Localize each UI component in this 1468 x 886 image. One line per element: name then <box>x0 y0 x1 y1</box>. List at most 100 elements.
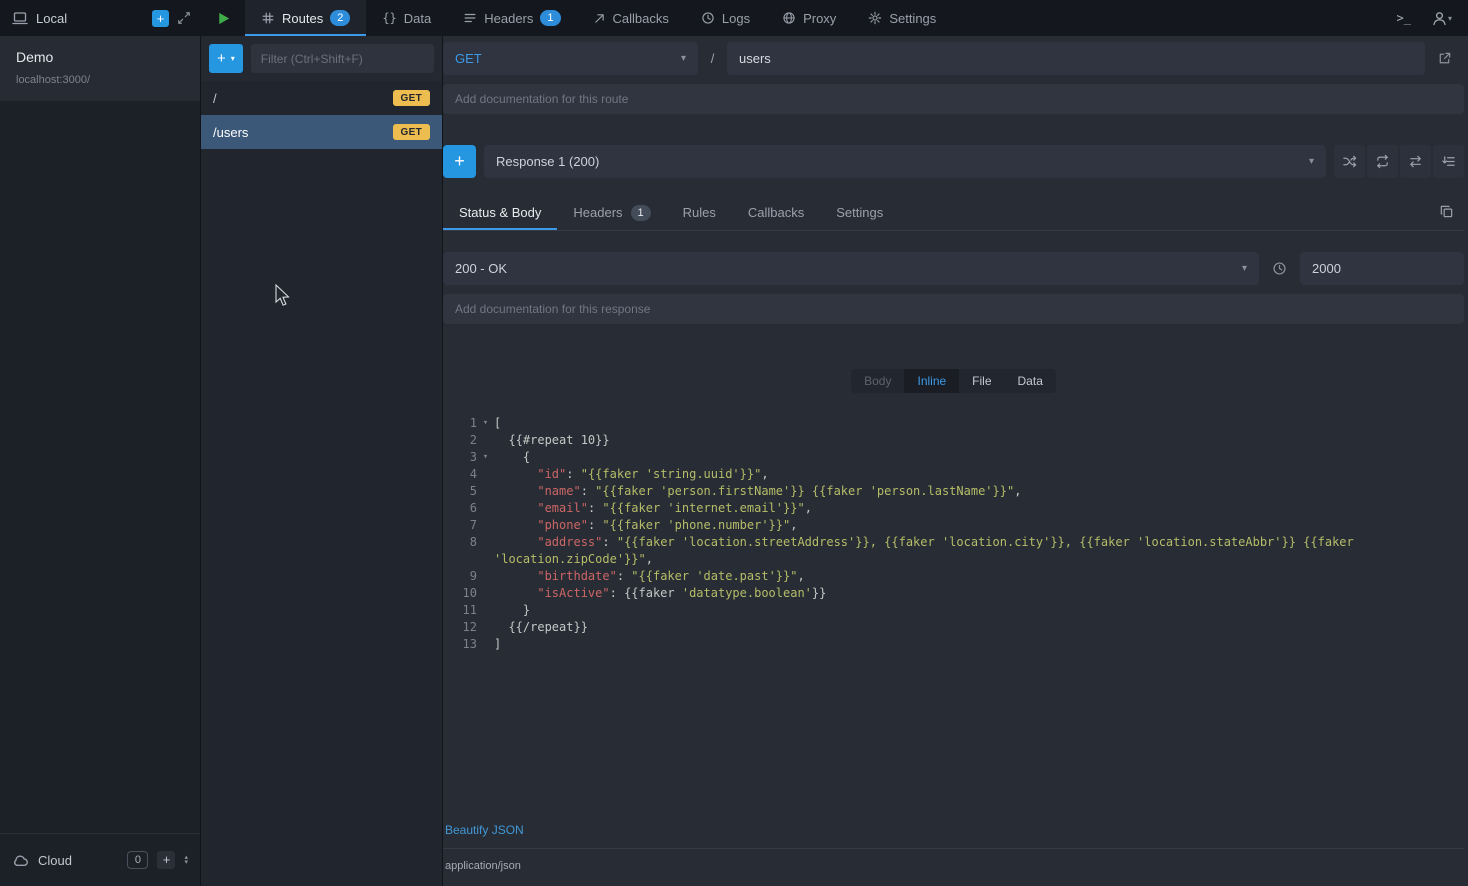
response-documentation-input[interactable] <box>443 294 1464 324</box>
tab-data-label: Data <box>404 11 431 26</box>
account-menu-button[interactable]: ▾ <box>1431 10 1452 27</box>
chevron-down-icon: ▾ <box>231 54 235 63</box>
copy-icon[interactable] <box>1439 204 1464 222</box>
line-number: 6 <box>443 500 477 517</box>
route-item-root[interactable]: / GET <box>201 81 442 115</box>
code-text: "id": "{{faker 'string.uuid'}}", <box>494 466 1464 483</box>
response-row: + Response 1 (200) ▾ <box>443 145 1464 178</box>
cloud-bar: Cloud 0 + ▴▾ <box>0 833 200 886</box>
clock-icon <box>701 11 715 25</box>
line-number: 7 <box>443 517 477 534</box>
tab-response-headers-label: Headers <box>573 205 622 220</box>
tab-headers[interactable]: Headers 1 <box>447 0 576 36</box>
random-response-icon[interactable] <box>1334 145 1365 178</box>
tab-response-headers[interactable]: Headers 1 <box>557 195 666 230</box>
code-line[interactable]: 1▾[ <box>443 415 1464 432</box>
sequential-response-icon[interactable] <box>1367 145 1398 178</box>
play-icon <box>216 11 231 26</box>
code-line[interactable]: 9 "birthdate": "{{faker 'date.past'}}", <box>443 568 1464 585</box>
local-menu-label[interactable]: Local <box>36 11 67 26</box>
cloud-label: Cloud <box>38 853 72 868</box>
body-mode-file[interactable]: File <box>959 369 1004 393</box>
method-select[interactable]: GET ▾ <box>443 42 698 75</box>
tab-response-settings[interactable]: Settings <box>820 195 899 230</box>
fold-spacer <box>477 568 494 585</box>
code-line[interactable]: 13] <box>443 636 1464 653</box>
code-text: { <box>494 449 1464 466</box>
computer-icon <box>12 10 28 26</box>
code-line[interactable]: 7 "phone": "{{faker 'phone.number'}}", <box>443 517 1464 534</box>
response-select[interactable]: Response 1 (200) ▾ <box>484 145 1326 178</box>
code-editor[interactable]: 1▾[2 {{#repeat 10}}3▾ {4 "id": "{{faker … <box>443 415 1464 815</box>
route-documentation-input[interactable] <box>443 84 1464 114</box>
gear-icon <box>868 11 882 25</box>
route-path-input[interactable] <box>727 42 1425 75</box>
chevron-down-icon: ▾ <box>1299 156 1314 167</box>
tab-data[interactable]: {} Data <box>366 0 447 36</box>
account-icon <box>1431 10 1448 27</box>
code-line[interactable]: 2 {{#repeat 10}} <box>443 432 1464 449</box>
code-line[interactable]: 3▾ { <box>443 449 1464 466</box>
tab-headers-label: Headers <box>484 11 533 26</box>
tab-status-body[interactable]: Status & Body <box>443 195 557 230</box>
tab-rules-label: Rules <box>683 205 716 220</box>
chevron-down-icon: ▾ <box>1448 14 1452 23</box>
environment-item-demo[interactable]: Demo localhost:3000/ <box>0 36 200 101</box>
open-route-in-browser-icon[interactable] <box>1425 51 1464 66</box>
tab-callbacks[interactable]: Callbacks <box>577 0 685 36</box>
code-text: {{#repeat 10}} <box>494 432 1464 449</box>
collapse-expand-icon[interactable]: ▴▾ <box>184 855 188 865</box>
code-line[interactable]: 5 "name": "{{faker 'person.firstName'}} … <box>443 483 1464 500</box>
tab-response-callbacks-label: Callbacks <box>748 205 804 220</box>
braces-icon: {} <box>382 11 396 25</box>
latency-clock-icon[interactable] <box>1259 261 1300 276</box>
code-line[interactable]: 4 "id": "{{faker 'string.uuid'}}", <box>443 466 1464 483</box>
code-line[interactable]: 10 "isActive": {{faker 'datatype.boolean… <box>443 585 1464 602</box>
fold-chevron-icon[interactable]: ▾ <box>477 415 494 432</box>
code-text: [ <box>494 415 1464 432</box>
route-item-users[interactable]: /users GET <box>201 115 442 149</box>
start-server-button[interactable] <box>201 0 245 36</box>
add-route-button[interactable]: + ▾ <box>209 44 243 73</box>
fold-spacer <box>477 636 494 653</box>
status-row: 200 - OK ▾ <box>443 252 1464 285</box>
body-mode-inline[interactable]: Inline <box>904 369 959 393</box>
line-number: 10 <box>443 585 477 602</box>
tab-settings-label: Settings <box>889 11 936 26</box>
code-text: "birthdate": "{{faker 'date.past'}}", <box>494 568 1464 585</box>
code-line[interactable]: 11 } <box>443 602 1464 619</box>
routes-filter-input[interactable] <box>251 44 434 73</box>
add-cloud-environment-button[interactable]: + <box>157 851 175 869</box>
commands-terminal-icon[interactable]: >_ <box>1397 11 1411 25</box>
tab-logs[interactable]: Logs <box>685 0 766 36</box>
tab-status-body-label: Status & Body <box>459 205 541 220</box>
tab-proxy[interactable]: Proxy <box>766 0 852 36</box>
fold-spacer <box>477 483 494 500</box>
tab-routes[interactable]: Routes 2 <box>245 0 366 36</box>
new-environment-button[interactable]: + <box>152 10 169 27</box>
chevron-down-icon: ▾ <box>1232 263 1247 274</box>
topbar-right: >_ ▾ <box>1397 0 1468 36</box>
disable-rules-icon[interactable] <box>1400 145 1431 178</box>
response-tabs: Status & Body Headers 1 Rules Callbacks … <box>443 195 1464 231</box>
main-area: Demo localhost:3000/ Cloud 0 + ▴▾ + ▾ <box>0 36 1468 886</box>
status-code-select[interactable]: 200 - OK ▾ <box>443 252 1259 285</box>
tab-rules[interactable]: Rules <box>667 195 732 230</box>
code-line[interactable]: 12 {{/repeat}} <box>443 619 1464 636</box>
body-mode-data[interactable]: Data <box>1005 369 1056 393</box>
latency-input[interactable] <box>1300 252 1464 285</box>
add-response-button[interactable]: + <box>443 145 476 178</box>
code-line[interactable]: 8 "address": "{{faker 'location.streetAd… <box>443 534 1464 568</box>
fold-chevron-icon[interactable]: ▾ <box>477 449 494 466</box>
code-line[interactable]: 6 "email": "{{faker 'internet.email'}}", <box>443 500 1464 517</box>
beautify-json-link[interactable]: Beautify JSON <box>445 823 524 837</box>
toggle-environments-list-icon[interactable] <box>177 11 191 25</box>
topbar: Local + Routes 2 {} Data <box>0 0 1468 36</box>
routes-toolbar: + ▾ <box>201 36 442 81</box>
tab-settings[interactable]: Settings <box>852 0 952 36</box>
fallback-mode-icon[interactable] <box>1433 145 1464 178</box>
body-mode-body[interactable]: Body <box>851 369 904 393</box>
code-text: {{/repeat}} <box>494 619 1464 636</box>
tab-response-callbacks[interactable]: Callbacks <box>732 195 820 230</box>
method-select-value: GET <box>455 51 482 66</box>
